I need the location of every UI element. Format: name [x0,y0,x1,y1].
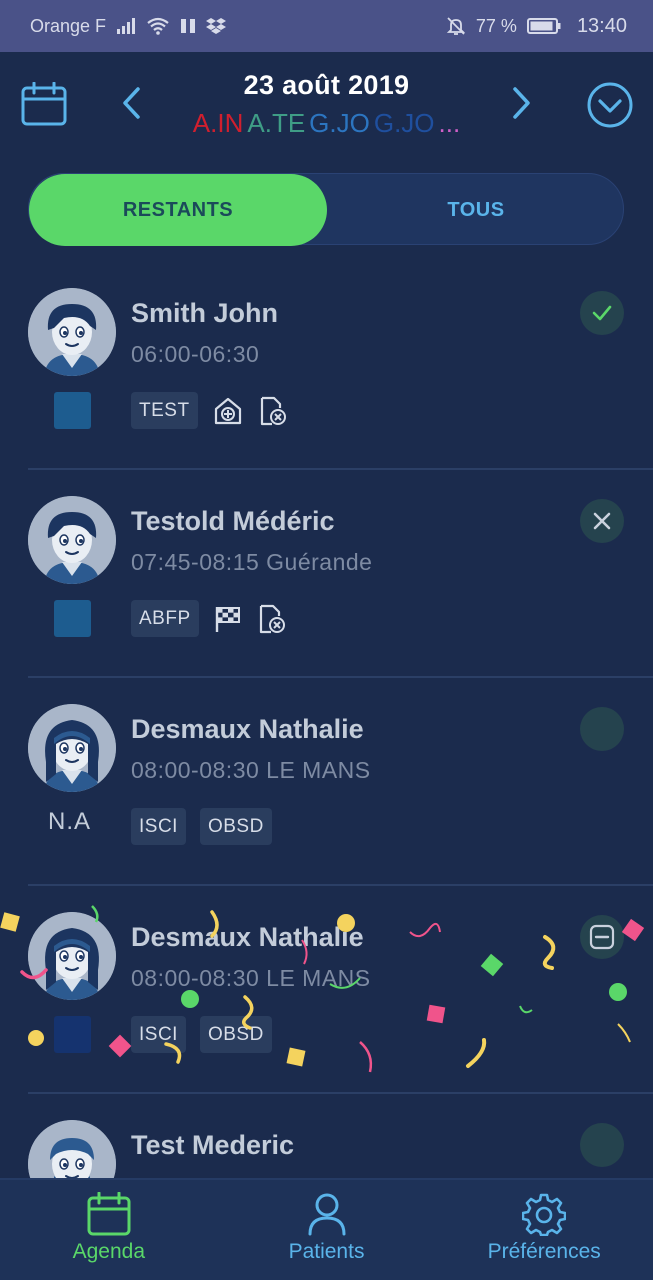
appointment-time: 07:45-08:15 Guérande [131,549,373,575]
avatar [28,704,116,792]
patient-row[interactable]: Testold Médéric 07:45-08:15 Guérande ABFP [0,470,653,678]
patient-name: Desmaux Nathalie [131,714,364,744]
filter-segmented-control: RESTANTS TOUS [28,173,625,246]
wifi-icon [146,17,170,35]
tag-list: TEST [131,392,288,429]
team-chip: ... [438,108,461,138]
nav-patients-label: Patients [288,1240,365,1263]
tab-restants[interactable]: RESTANTS [29,174,327,246]
appointment-time: 08:00-08:30 LE MANS [131,757,371,783]
document-cancel-icon [257,603,287,635]
agenda-header: 23 août 2019 A.IN A.TE G.JO G.JO... RESTANT… [0,52,653,262]
patient-name: Smith John [131,298,278,328]
calendar-icon [87,1192,131,1236]
patient-row[interactable]: Smith John 06:00-06:30 TEST [0,262,653,470]
tab-tous[interactable]: TOUS [327,174,625,246]
patient-name: Desmaux Nathalie [131,922,364,952]
patient-row[interactable]: Desmaux Nathalie 08:00-08:30 LE MANS ISCI O… [0,886,653,1094]
dropbox-icon [206,17,227,35]
tag-chip: OBSD [199,808,272,845]
carrier-label: Orange F [30,15,107,36]
avatar [28,1120,116,1178]
team-chip: G.JO [373,108,435,138]
tag-chip: OBSD [199,1016,272,1053]
minus-icon [589,924,615,950]
tag-list: ISCI OBSD [131,1016,272,1053]
status-check-button[interactable] [580,291,624,335]
tag-list: ABFP [131,600,287,637]
avatar [28,288,116,376]
checkered-flag-icon [213,604,243,634]
nav-agenda-label: Agenda [72,1240,146,1263]
bell-off-icon [446,16,466,36]
status-close-button[interactable] [580,499,624,543]
current-date[interactable]: 23 août 2019 [0,70,653,101]
tag-chip: ABFP [131,600,199,637]
team-chip: A.IN [192,108,244,138]
close-icon [591,510,613,532]
tag-list: ISCI OBSD [131,808,272,845]
chevron-right-icon [513,87,530,119]
tag-chip: ISCI [131,1016,186,1053]
color-swatch [54,600,91,637]
patient-row[interactable]: Desmaux Nathalie 08:00-08:30 LE MANS N.A IS… [0,678,653,886]
pause-icon [180,18,196,34]
avatar [28,496,116,584]
nav-preferences-label: Préférences [487,1240,601,1263]
team-chip: G.JO [309,108,370,138]
status-circle[interactable] [580,1123,624,1167]
appointment-time: 08:00-08:30 LE MANS [131,965,371,991]
patient-row[interactable]: Test Mederic [0,1094,653,1178]
patient-name: Testold Médéric [131,506,335,536]
signal-icon [116,17,136,35]
chevron-down-circle-icon [587,82,633,128]
clock: 13:40 [576,14,627,37]
na-label: N.A [48,808,92,835]
next-day-button[interactable] [503,82,541,124]
bottom-navigation: Agenda Patients Préférences [0,1178,653,1280]
person-icon [308,1193,345,1236]
dropdown-button[interactable] [585,80,635,130]
tag-chip: ISCI [131,808,186,845]
avatar [28,912,116,1000]
color-swatch [54,392,91,429]
battery-percent: 77 % [475,15,517,36]
color-swatch [54,1016,91,1053]
status-minus-button[interactable] [580,915,624,959]
gear-icon [522,1193,567,1236]
patient-name: Test Mederic [131,1130,295,1160]
nav-patients[interactable]: Patients [218,1180,436,1280]
status-circle[interactable] [580,707,624,751]
team-chip: A.TE [247,108,306,138]
patient-list[interactable]: Smith John 06:00-06:30 TEST Testold Médéri… [0,262,653,1178]
nav-preferences[interactable]: Préférences [435,1180,653,1280]
nav-agenda[interactable]: Agenda [0,1180,218,1280]
appointment-time: 06:00-06:30 [131,341,260,367]
document-cancel-icon [258,395,288,427]
team-filter[interactable]: A.IN A.TE G.JO G.JO... [0,108,653,139]
status-bar: Orange F 77 % 13:40 [0,0,653,52]
tag-chip: TEST [131,392,198,429]
battery-icon [526,17,561,35]
check-icon [590,301,614,325]
medical-bag-icon [212,395,244,427]
